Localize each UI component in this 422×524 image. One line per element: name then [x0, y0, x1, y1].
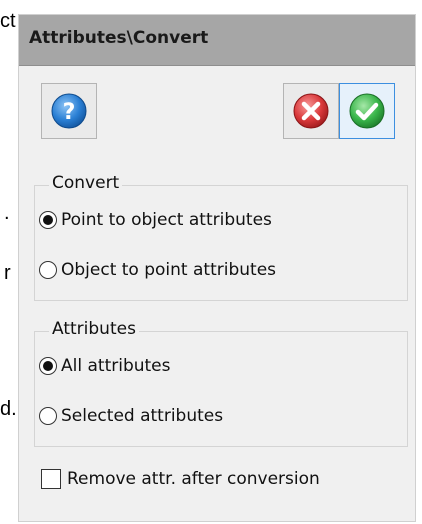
help-icon: ? [51, 93, 87, 129]
radio-label: Object to point attributes [61, 260, 277, 280]
radio-button-selected[interactable] [39, 357, 57, 375]
background-text-fragment: d. [0, 398, 17, 420]
radio-label: Point to object attributes [61, 210, 272, 230]
convert-group-title: Convert [49, 173, 123, 193]
radio-selected-attributes[interactable]: Selected attributes [39, 406, 223, 426]
background-text-fragment: r [4, 262, 11, 284]
remove-after-conversion-checkbox-row[interactable]: Remove attr. after conversion [41, 469, 320, 489]
ok-icon [349, 93, 385, 129]
radio-label: All attributes [61, 356, 171, 376]
remove-after-conversion-checkbox[interactable] [41, 469, 61, 489]
attributes-group-title: Attributes [49, 319, 139, 339]
help-button[interactable]: ? [41, 83, 97, 139]
dialog-title: Attributes\Convert [29, 28, 209, 48]
radio-all-attributes[interactable]: All attributes [39, 356, 171, 376]
radio-button[interactable] [39, 407, 57, 425]
radio-object-to-point[interactable]: Object to point attributes [39, 260, 276, 280]
background-text-fragment: ct [0, 10, 16, 32]
dialog-titlebar[interactable]: Attributes\Convert [19, 15, 415, 66]
radio-button-selected[interactable] [39, 211, 57, 229]
attributes-group: Attributes All attributes Selected attri… [34, 319, 408, 447]
svg-text:?: ? [63, 100, 76, 125]
convert-attributes-dialog: Attributes\Convert ? Convert Point to ob… [18, 14, 416, 522]
cancel-icon [293, 93, 329, 129]
ok-button[interactable] [339, 83, 395, 139]
checkbox-label: Remove attr. after conversion [67, 469, 320, 489]
background-text-fragment: . [4, 202, 10, 224]
radio-button[interactable] [39, 261, 57, 279]
radio-point-to-object[interactable]: Point to object attributes [39, 210, 272, 230]
convert-group: Convert Point to object attributes Objec… [34, 173, 408, 301]
cancel-button[interactable] [283, 83, 339, 139]
radio-label: Selected attributes [61, 406, 224, 426]
